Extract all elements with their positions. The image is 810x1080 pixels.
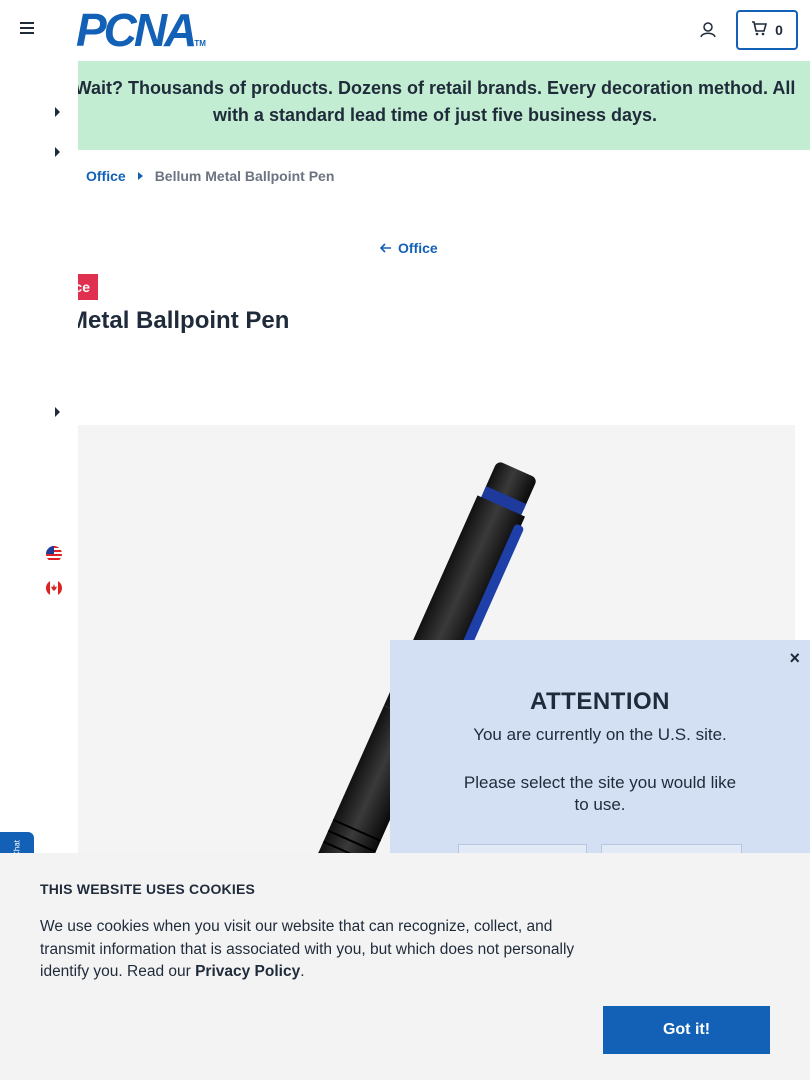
caret-right-icon[interactable] bbox=[55, 407, 60, 417]
site-header: PCNATM 0 bbox=[0, 0, 810, 61]
breadcrumb-separator-icon bbox=[137, 172, 143, 180]
arrow-left-icon bbox=[379, 240, 392, 256]
cookie-banner: THIS WEBSITE USES COOKIES We use cookies… bbox=[0, 853, 810, 1080]
breadcrumb-current: Bellum Metal Ballpoint Pen bbox=[154, 168, 335, 184]
account-icon[interactable] bbox=[698, 20, 718, 40]
cookie-body: We use cookies when you visit our websit… bbox=[40, 916, 600, 984]
close-icon[interactable]: × bbox=[789, 648, 800, 669]
cookie-body-suffix: . bbox=[300, 963, 305, 980]
cart-button[interactable]: 0 bbox=[736, 10, 798, 50]
modal-prompt: Please select the site you would like to… bbox=[463, 773, 737, 814]
site-select-modal: × ATTENTION You are currently on the U.S… bbox=[390, 640, 810, 856]
cookie-title: THIS WEBSITE USES COOKIES bbox=[40, 881, 256, 897]
caret-right-icon[interactable] bbox=[55, 147, 60, 157]
canada-flag-icon[interactable] bbox=[46, 580, 62, 596]
modal-title: ATTENTION bbox=[529, 688, 671, 715]
us-flag-icon[interactable] bbox=[46, 546, 62, 562]
breadcrumb: Office Bellum Metal Ballpoint Pen bbox=[86, 168, 334, 184]
privacy-policy-link[interactable]: Privacy Policy bbox=[195, 963, 300, 980]
promo-banner: Wait? Thousands of products. Dozens of r… bbox=[0, 61, 810, 150]
back-link-label: Office bbox=[398, 240, 438, 256]
menu-icon[interactable] bbox=[20, 22, 36, 38]
accept-cookies-button[interactable]: Got it! bbox=[603, 1006, 770, 1054]
cart-icon bbox=[751, 20, 768, 41]
promo-text: Wait? Thousands of products. Dozens of r… bbox=[74, 78, 796, 125]
cart-count: 0 bbox=[775, 22, 783, 38]
caret-right-icon[interactable] bbox=[55, 107, 60, 117]
breadcrumb-office-link[interactable]: Office bbox=[86, 168, 126, 184]
back-to-office-link[interactable]: Office bbox=[379, 240, 438, 256]
pcna-logo[interactable]: PCNATM bbox=[76, 7, 206, 63]
modal-message: You are currently on the U.S. site. bbox=[473, 725, 727, 744]
cookie-body-text: We use cookies when you visit our websit… bbox=[40, 918, 575, 980]
